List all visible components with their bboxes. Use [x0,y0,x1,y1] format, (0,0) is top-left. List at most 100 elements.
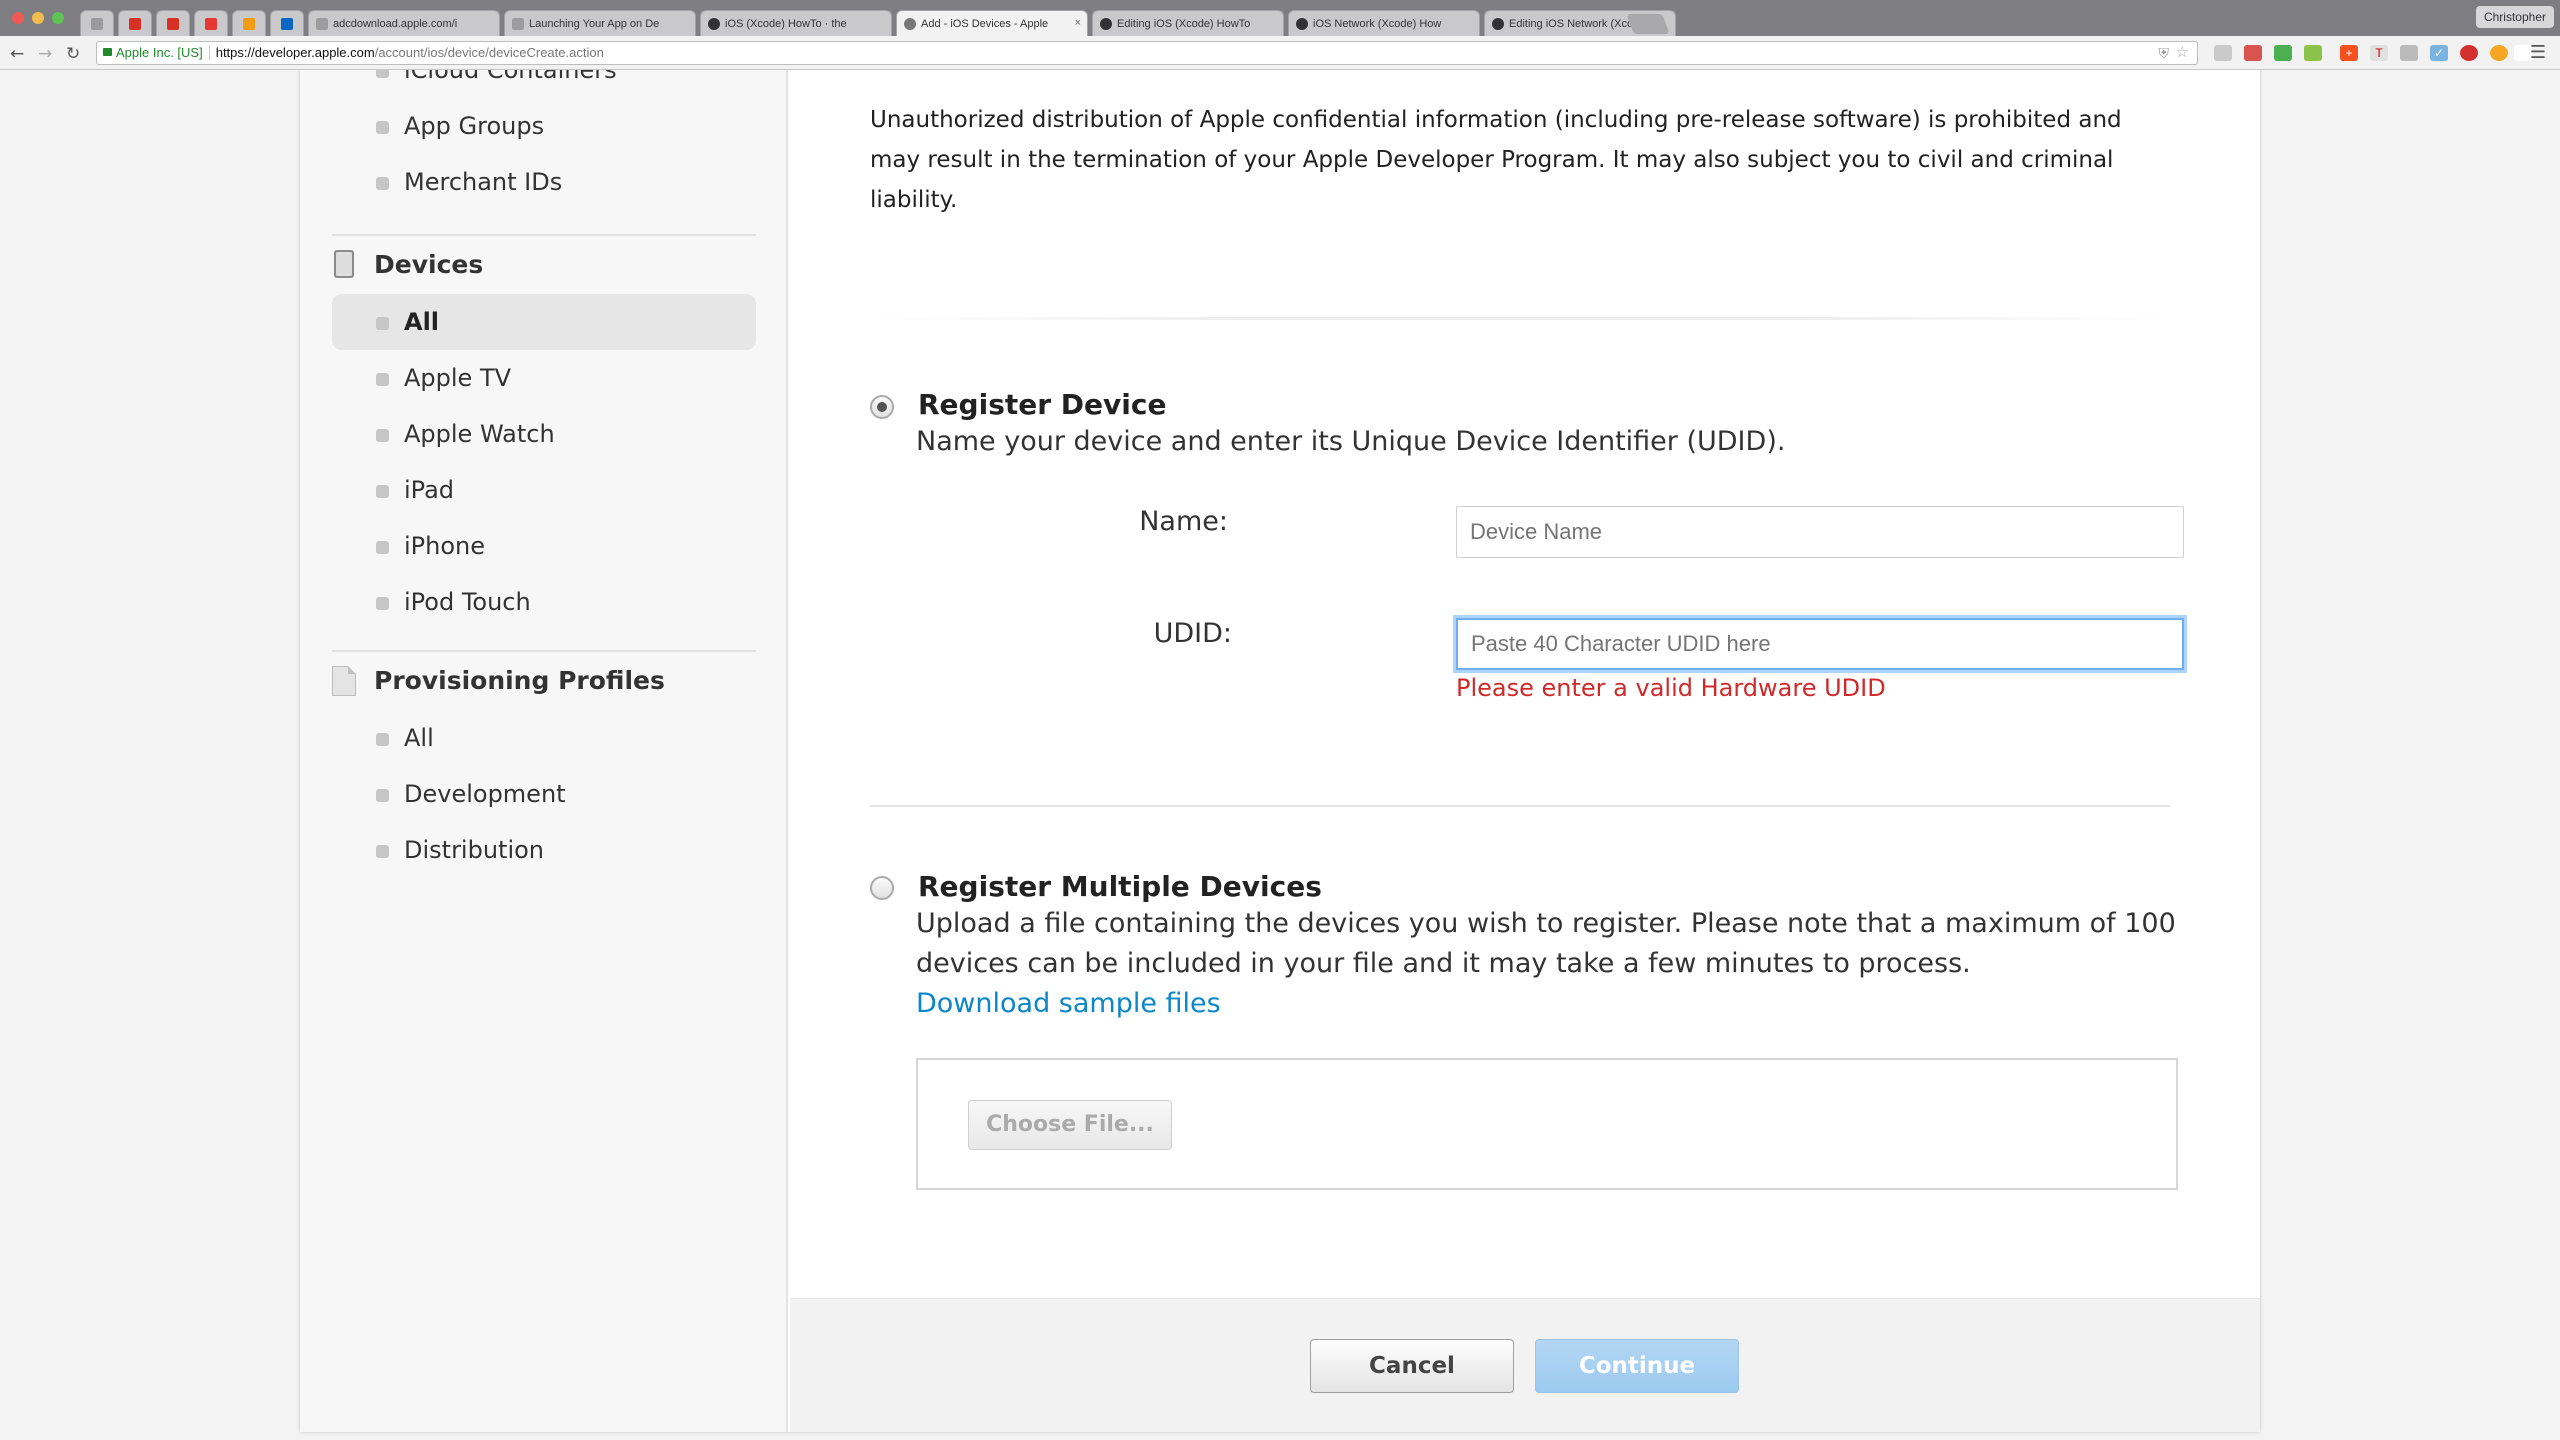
sidebar-item-icloud-containers[interactable]: iCloud Containers [404,70,617,84]
download-sample-files-link[interactable]: Download sample files [916,988,1221,1019]
device-icon [334,250,354,278]
shield-icon[interactable]: ⛨ [2159,42,2170,64]
extension-cast-icon[interactable] [2400,45,2418,61]
browser-tab[interactable] [80,10,114,36]
window-maximize-button[interactable] [52,12,64,24]
close-tab-icon [91,18,103,30]
bullet-icon [376,485,389,498]
extension-cookie-icon[interactable] [2490,45,2508,61]
bullet-icon [376,429,389,442]
sidebar-item-devices-ipod-touch[interactable]: iPod Touch [404,588,531,616]
bullet-icon [376,70,389,78]
sidebar-item-profiles-distribution[interactable]: Distribution [404,836,544,864]
confidentiality-notice: Unauthorized distribution of Apple confi… [870,107,2122,213]
app-icon [205,18,217,30]
extension-t-icon[interactable]: T [2370,45,2388,61]
sidebar-item-app-groups[interactable]: App Groups [404,112,544,140]
gmail-icon [167,18,179,30]
url-path: /account/ios/device/deviceCreate.action [374,45,604,60]
back-arrow-icon[interactable]: ← [10,44,24,64]
github-icon [708,18,720,30]
new-tab-button[interactable] [1626,14,1670,34]
url-host: https://developer.apple.com [215,45,375,60]
sidebar-item-profiles-all[interactable]: All [404,724,434,752]
sidebar-item-devices-ipad[interactable]: iPad [404,476,454,504]
browser-menu-icon[interactable]: ☰ [2530,42,2546,63]
extension-page-icon[interactable] [2214,45,2232,61]
browser-tab[interactable] [194,10,228,36]
browser-tab-title: Editing iOS Network (Xcod [1509,18,1640,30]
ev-certificate-label[interactable]: Apple Inc. [US] [116,45,203,60]
bullet-icon [376,845,389,858]
udid-label: UDID: [1153,618,1232,649]
file-upload-area: Choose File... [916,1058,2178,1190]
browser-tab[interactable] [232,10,266,36]
bullet-icon [376,733,389,746]
cancel-button[interactable]: Cancel [1310,1339,1514,1393]
choose-file-button[interactable]: Choose File... [968,1100,1172,1150]
browser-tab-title: iOS (Xcode) HowTo · the [725,18,847,30]
name-label: Name: [1139,506,1228,537]
continue-button[interactable]: Continue [1535,1339,1739,1393]
close-tab-icon[interactable]: × [1075,17,1081,29]
address-bar[interactable]: Apple Inc. [US] https://developer.apple.c… [96,41,2198,65]
sidebar-active-highlight [332,294,756,350]
register-multiple-devices-radio[interactable] [870,876,894,900]
page-icon [512,18,524,30]
browser-tab-active[interactable]: Add - iOS Devices - Apple × [896,10,1088,36]
forward-arrow-icon[interactable]: → [38,44,52,64]
window-close-button[interactable] [12,12,24,24]
page: iCloud Containers App Groups Merchant IDs … [0,70,2560,1440]
browser-tab[interactable]: iOS Network (Xcode) How [1288,10,1480,36]
browser-tab-title: Editing iOS (Xcode) HowTo [1117,18,1251,30]
register-device-description: Name your device and enter its Unique De… [916,426,1786,457]
bullet-icon [376,597,389,610]
browser-tab[interactable]: iOS (Xcode) HowTo · the [700,10,892,36]
document-icon [332,666,356,696]
browser-tab-title: Launching Your App on De [529,18,660,30]
browser-toolbar: ← → ↻ Apple Inc. [US] https://developer.a… [0,36,2560,70]
reload-icon[interactable]: ↻ [66,44,80,64]
browser-tab[interactable] [270,10,304,36]
sidebar-item-devices-iphone[interactable]: iPhone [404,532,485,560]
register-multiple-devices-title: Register Multiple Devices [918,870,1322,903]
main-content: Unauthorized distribution of Apple confi… [790,70,2260,1432]
bullet-icon [376,177,389,190]
window-minimize-button[interactable] [32,12,44,24]
browser-tab-title: adcdownload.apple.com/i [333,18,458,30]
page-icon [316,18,328,30]
section-divider [870,317,2170,320]
extension-stop-icon[interactable] [2460,45,2478,61]
extension-check-icon[interactable]: ✓ [2430,45,2448,61]
profile-button[interactable]: Christopher [2475,6,2554,28]
browser-tab[interactable] [118,10,152,36]
play-icon [243,18,255,30]
lock-icon [103,48,112,56]
extension-glasses-icon[interactable] [2310,45,2328,61]
udid-input[interactable] [1456,618,2184,670]
extension-red-icon[interactable] [2244,45,2262,61]
apple-icon [904,18,916,30]
extension-green-icon[interactable] [2274,45,2292,61]
github-icon [1492,18,1504,30]
extension-plus-icon[interactable]: + [2340,45,2358,61]
bookmark-star-icon[interactable]: ☆ [2176,42,2189,64]
linkedin-icon [281,18,293,30]
sidebar-item-profiles-development[interactable]: Development [404,780,566,808]
sidebar-item-devices-apple-watch[interactable]: Apple Watch [404,420,555,448]
sidebar: iCloud Containers App Groups Merchant IDs … [300,70,788,1432]
browser-tab[interactable] [156,10,190,36]
device-name-input[interactable] [1456,506,2184,558]
sidebar-item-devices-all[interactable]: All [404,308,439,336]
register-multiple-devices-description: Upload a file containing the devices you… [916,908,2176,979]
browser-tab[interactable]: Editing iOS (Xcode) HowTo [1092,10,1284,36]
register-device-title: Register Device [918,388,1167,421]
register-device-radio[interactable] [870,395,894,419]
sidebar-item-devices-apple-tv[interactable]: Apple TV [404,364,511,392]
bullet-icon [376,373,389,386]
browser-tab[interactable]: Launching Your App on De [504,10,696,36]
browser-tab-title: Add - iOS Devices - Apple [921,18,1049,30]
bullet-icon [376,541,389,554]
sidebar-item-merchant-ids[interactable]: Merchant IDs [404,168,562,196]
browser-tab[interactable]: adcdownload.apple.com/i [308,10,500,36]
